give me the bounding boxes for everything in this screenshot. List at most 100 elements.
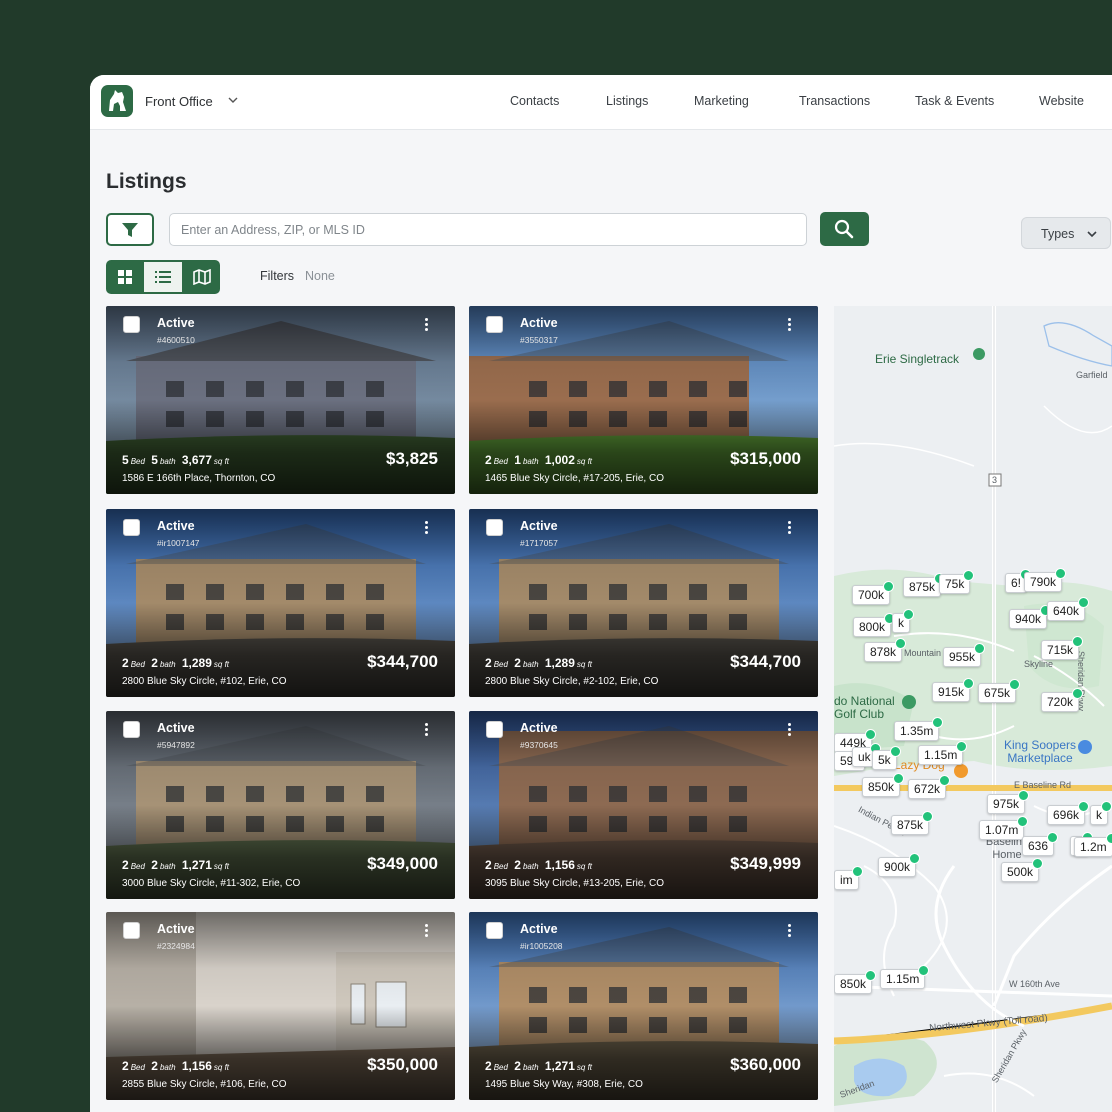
types-dropdown[interactable]: Types <box>1021 217 1111 249</box>
search-input[interactable] <box>169 213 807 246</box>
map-price-pin[interactable]: 800k <box>853 613 896 637</box>
map-price-pin[interactable]: 700k <box>852 581 895 605</box>
search-button[interactable] <box>820 212 869 246</box>
listing-card[interactable]: Active #ir1007147 2 Bed 2 bath 1,289 sq ft … <box>106 509 455 697</box>
listing-card[interactable]: Active #ir1005208 2 Bed 2 bath 1,271 sq ft … <box>469 912 818 1100</box>
listing-specs: 2 Bed 2 bath 1,271 sq ft <box>485 1059 593 1073</box>
list-view-button[interactable] <box>144 260 182 294</box>
map-price-pin[interactable]: 675k <box>978 679 1021 703</box>
map-price-pin[interactable]: 715k <box>1041 636 1084 660</box>
map-price-pin[interactable]: 955k <box>943 643 986 667</box>
listing-specs: 5 Bed 5 bath 3,677 sq ft <box>122 453 230 467</box>
listing-address: 1465 Blue Sky Circle, #17-205, Erie, CO <box>485 473 664 484</box>
map-label-golf-club: do National Golf Club <box>834 694 895 721</box>
listing-price: $349,000 <box>367 854 438 873</box>
map-price-pin[interactable]: 5k <box>872 746 901 770</box>
listing-price: $350,000 <box>367 1055 438 1074</box>
listing-card[interactable]: Active #4600510 5 Bed 5 bath 3,677 sq ft 15… <box>106 306 455 494</box>
kebab-menu-icon[interactable] <box>419 316 433 334</box>
map-price-pin[interactable]: 500k <box>1001 858 1044 882</box>
app-name[interactable]: Front Office <box>145 94 213 109</box>
map-price-pin[interactable]: k <box>892 609 914 633</box>
map-price-pin[interactable]: 720k <box>1041 688 1084 712</box>
kebab-menu-icon[interactable] <box>782 922 796 940</box>
map-price-pin[interactable]: 900k <box>878 853 921 877</box>
listing-mls-id: #2324984 <box>157 941 195 951</box>
map-price-pin[interactable]: 640k <box>1047 597 1090 621</box>
listing-address: 3095 Blue Sky Circle, #13-205, Erie, CO <box>485 878 664 889</box>
map-price-pin[interactable]: 915k <box>932 678 975 702</box>
map-price-pin[interactable]: 1.15m <box>880 965 930 989</box>
nav-transactions[interactable]: Transactions <box>799 94 870 108</box>
map-price-pin[interactable]: 1.2m <box>1074 833 1112 857</box>
listing-status: Active <box>157 519 195 533</box>
app-window: Front Office Contacts Listings Marketing… <box>90 75 1112 1112</box>
listing-card[interactable]: Active #5947892 2 Bed 2 bath 1,271 sq ft 30… <box>106 711 455 899</box>
map-price-pin[interactable]: 975k <box>987 790 1030 814</box>
listings-map[interactable]: Erie Singletrack Garfield 3 Mountain Sky… <box>834 306 1112 1112</box>
grid-view-button[interactable] <box>106 260 144 294</box>
nav-task-events[interactable]: Task & Events <box>915 94 994 108</box>
listing-card[interactable]: Active #9370645 2 Bed 2 bath 1,156 sq ft 30… <box>469 711 818 899</box>
nav-listings[interactable]: Listings <box>606 94 648 108</box>
map-price-pin[interactable]: im <box>834 866 863 890</box>
chevron-down-icon[interactable] <box>226 93 240 107</box>
map-label-erie-singletrack: Erie Singletrack <box>875 352 960 366</box>
map-view-button[interactable] <box>182 260 220 294</box>
map-label-baseline-rd: E Baseline Rd <box>1014 780 1072 790</box>
map-price-pin[interactable]: 672k <box>908 775 951 799</box>
select-checkbox[interactable] <box>486 519 503 536</box>
kebab-menu-icon[interactable] <box>419 519 433 537</box>
kebab-menu-icon[interactable] <box>782 721 796 739</box>
select-checkbox[interactable] <box>486 922 503 939</box>
kebab-menu-icon[interactable] <box>782 316 796 334</box>
select-checkbox[interactable] <box>486 721 503 738</box>
nav-marketing[interactable]: Marketing <box>694 94 749 108</box>
listing-mls-id: #9370645 <box>520 740 558 750</box>
listing-address: 1495 Blue Sky Way, #308, Erie, CO <box>485 1079 643 1090</box>
map-price-pin[interactable]: 875k <box>903 573 946 597</box>
kebab-menu-icon[interactable] <box>419 922 433 940</box>
map-label-mountain: Mountain <box>904 648 942 658</box>
listing-card[interactable]: Active #1717057 2 Bed 2 bath 1,289 sq ft 28… <box>469 509 818 697</box>
map-price-pin[interactable]: 878k <box>864 638 907 662</box>
kebab-menu-icon[interactable] <box>782 519 796 537</box>
select-checkbox[interactable] <box>123 721 140 738</box>
map-price-pin[interactable]: 1.15m <box>918 741 968 765</box>
select-checkbox[interactable] <box>123 519 140 536</box>
map-price-pin[interactable]: k <box>1090 801 1112 825</box>
select-checkbox[interactable] <box>486 316 503 333</box>
logo-icon[interactable] <box>101 85 133 117</box>
listing-price: $315,000 <box>730 449 801 468</box>
map-price-pin[interactable]: 790k <box>1024 568 1067 592</box>
map-price-pin[interactable]: 696k <box>1047 801 1090 825</box>
listing-card[interactable]: Active #3550317 2 Bed 1 bath 1,002 sq ft 14… <box>469 306 818 494</box>
select-checkbox[interactable] <box>123 922 140 939</box>
filters-label: Filters <box>260 269 295 283</box>
list-view-icon <box>155 271 171 283</box>
nav-website[interactable]: Website <box>1039 94 1084 108</box>
map-price-pin[interactable]: 636 <box>1022 832 1059 856</box>
filter-button[interactable] <box>106 213 154 246</box>
map-price-pin[interactable]: 1.07m <box>979 816 1029 840</box>
listing-specs: 2 Bed 2 bath 1,271 sq ft <box>122 858 230 872</box>
nav-contacts[interactable]: Contacts <box>510 94 559 108</box>
map-price-pin[interactable]: 875k <box>891 811 934 835</box>
map-price-pin[interactable]: 75k <box>939 570 975 594</box>
map-label-skyline: Skyline <box>1024 659 1054 669</box>
map-label-king-soopers: King Soopers Marketplace <box>1003 738 1077 765</box>
listing-specs: 2 Bed 2 bath 1,289 sq ft <box>485 656 593 670</box>
listing-card[interactable]: Active #2324984 2 Bed 2 bath 1,156 sq ft 28… <box>106 912 455 1100</box>
page-title: Listings <box>106 170 187 193</box>
listing-mls-id: #3550317 <box>520 335 558 345</box>
kebab-menu-icon[interactable] <box>419 721 433 739</box>
map-price-pin[interactable]: 940k <box>1009 605 1052 629</box>
map-price-pin[interactable]: 850k <box>862 773 905 797</box>
listing-specs: 2 Bed 1 bath 1,002 sq ft <box>485 453 593 467</box>
filter-icon <box>122 223 138 237</box>
map-price-pin[interactable]: 1.35m <box>894 717 944 741</box>
select-checkbox[interactable] <box>123 316 140 333</box>
map-price-pin[interactable]: 850k <box>834 970 877 994</box>
view-toggle <box>106 260 220 294</box>
filters-value[interactable]: None <box>305 269 335 283</box>
